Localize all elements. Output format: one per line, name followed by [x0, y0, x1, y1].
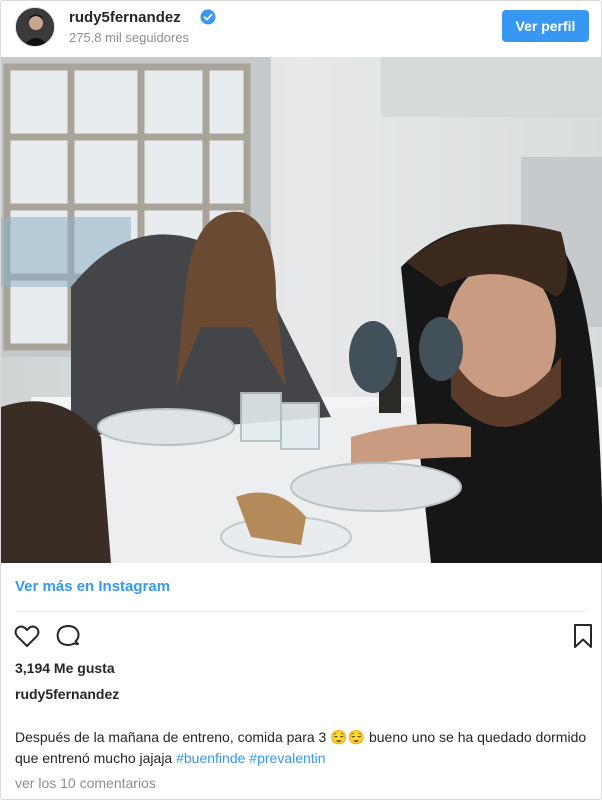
post-header: rudy5fernandez 275.8 mil seguidores Ver …	[1, 1, 602, 57]
like-count[interactable]: 3,194 Me gusta	[15, 660, 115, 676]
bookmark-icon[interactable]	[569, 622, 597, 650]
avatar[interactable]	[15, 7, 55, 47]
comment-icon[interactable]	[54, 622, 82, 650]
caption-author[interactable]: rudy5fernandez	[15, 686, 119, 702]
hashtag-prevalentin[interactable]: #prevalentin	[249, 750, 325, 766]
post-photo[interactable]	[1, 57, 602, 563]
heart-icon[interactable]	[13, 622, 41, 650]
username[interactable]: rudy5fernandez	[69, 9, 181, 26]
post-caption: Después de la mañana de entreno, comida …	[15, 727, 589, 769]
verified-badge-icon	[200, 9, 216, 25]
divider	[15, 611, 589, 612]
view-profile-button[interactable]: Ver perfil	[502, 10, 589, 42]
follower-count: 275.8 mil seguidores	[69, 30, 189, 45]
view-comments-link[interactable]: ver los 10 comentarios	[15, 775, 156, 791]
hashtag-buenfinde[interactable]: #buenfinde	[176, 750, 245, 766]
instagram-embed-card: rudy5fernandez 275.8 mil seguidores Ver …	[0, 0, 602, 800]
see-more-on-instagram-link[interactable]: Ver más en Instagram	[15, 578, 170, 595]
